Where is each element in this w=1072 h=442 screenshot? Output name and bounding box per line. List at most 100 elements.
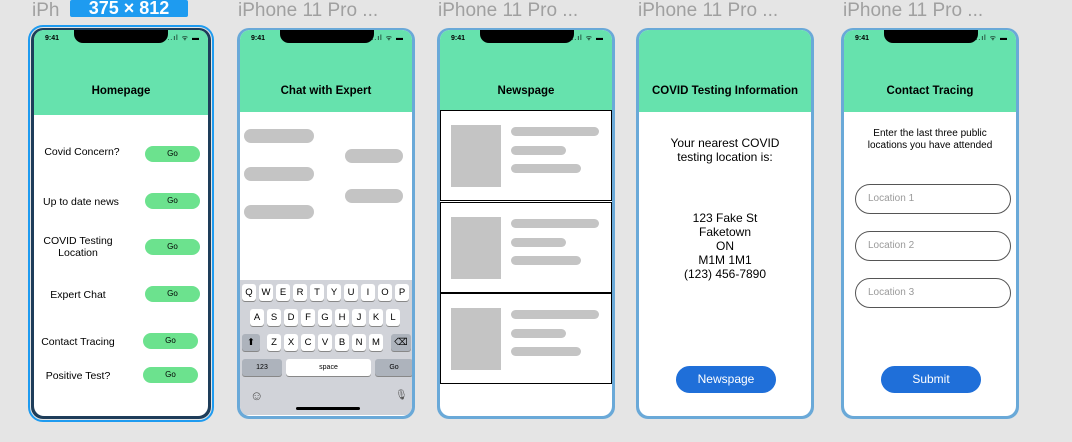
key-u[interactable]: U: [344, 284, 358, 301]
location-1-field[interactable]: Location 1: [855, 184, 1011, 214]
news-line: [511, 238, 566, 247]
home-item-label: Positive Test?: [45, 370, 111, 382]
phone-chat[interactable]: 9:41 ..ıl ᯤ ▬ Chat with Expert Q W E R T…: [237, 28, 415, 419]
news-thumbnail: [451, 125, 501, 187]
address-street: 123 Fake St: [692, 211, 758, 225]
chat-screen: 9:41 ..ıl ᯤ ▬ Chat with Expert Q W E R T…: [240, 30, 412, 416]
contact-tracing-go-button[interactable]: Go: [143, 333, 198, 349]
shift-key[interactable]: ⬆: [242, 334, 260, 351]
address-province: ON: [716, 239, 734, 253]
key-k[interactable]: K: [369, 309, 383, 326]
news-line: [511, 347, 581, 356]
address-postal-code: M1M 1M1: [698, 253, 752, 267]
frame-title-5[interactable]: iPhone 11 Pro ...: [843, 0, 983, 22]
key-e[interactable]: E: [276, 284, 290, 301]
key-o[interactable]: O: [378, 284, 392, 301]
backspace-key[interactable]: ⌫: [391, 334, 411, 351]
frame-title-3[interactable]: iPhone 11 Pro ...: [438, 0, 578, 22]
frame-title-4[interactable]: iPhone 11 Pro ...: [638, 0, 778, 22]
status-time: 9:41: [451, 35, 466, 42]
homepage-header: 9:41 ..ıl ᯤ ▬ Homepage: [34, 30, 208, 115]
page-title: Newspage: [497, 85, 555, 97]
news-screen: 9:41 ..ıl ᯤ ▬ Newspage: [440, 30, 612, 416]
key-t[interactable]: T: [310, 284, 324, 301]
location-2-field[interactable]: Location 2: [855, 231, 1011, 261]
status-time: 9:41: [45, 35, 60, 42]
key-z[interactable]: Z: [267, 334, 281, 351]
key-n[interactable]: N: [352, 334, 366, 351]
key-b[interactable]: B: [335, 334, 349, 351]
news-card[interactable]: [440, 110, 612, 201]
news-card[interactable]: [440, 202, 612, 293]
news-thumbnail: [451, 217, 501, 279]
notch: [884, 30, 978, 43]
chat-bubble-outgoing: [345, 149, 403, 163]
status-time: 9:41: [251, 35, 266, 42]
news-line: [511, 256, 581, 265]
key-j[interactable]: J: [352, 309, 366, 326]
tracing-header: 9:41 ..ıl ᯤ ▬ Contact Tracing: [844, 30, 1016, 112]
key-r[interactable]: R: [293, 284, 307, 301]
chat-header: 9:41 ..ıl ᯤ ▬ Chat with Expert: [240, 30, 412, 112]
home-item-label: Covid Concern?: [44, 146, 120, 158]
frame-title-2[interactable]: iPhone 11 Pro ...: [238, 0, 378, 22]
key-v[interactable]: V: [318, 334, 332, 351]
key-s[interactable]: S: [267, 309, 281, 326]
key-i[interactable]: I: [361, 284, 375, 301]
space-key[interactable]: space: [286, 359, 371, 376]
home-item-label: COVID Testing Location: [43, 235, 113, 259]
expert-chat-go-button[interactable]: Go: [145, 286, 200, 302]
home-indicator: [296, 407, 360, 410]
news-line: [511, 219, 599, 228]
status-icons: ..ıl ᯤ ▬: [571, 35, 604, 42]
phone-contact-tracing[interactable]: 9:41 ..ıl ᯤ ▬ Contact Tracing Enter the …: [841, 28, 1019, 419]
key-a[interactable]: A: [250, 309, 264, 326]
key-c[interactable]: C: [301, 334, 315, 351]
chat-bubble-outgoing: [345, 189, 403, 203]
homepage-screen: 9:41 ..ıl ᯤ ▬ Homepage Covid Concern? Go…: [34, 30, 208, 416]
phone-homepage[interactable]: 9:41 ..ıl ᯤ ▬ Homepage Covid Concern? Go…: [28, 25, 214, 422]
status-time: 9:41: [855, 35, 870, 42]
keyboard: Q W E R T Y U I O P A S D F G H J K L ⬆ …: [240, 280, 412, 415]
chat-bubble-incoming: [244, 205, 314, 219]
microphone-icon[interactable]: 🎙: [395, 390, 408, 401]
news-line: [511, 310, 599, 319]
phone-covid-testing[interactable]: COVID Testing Information Your nearest C…: [636, 28, 814, 419]
page-title: Homepage: [91, 85, 151, 97]
news-go-button[interactable]: Go: [145, 193, 200, 209]
key-x[interactable]: X: [284, 334, 298, 351]
dimension-badge: 375 × 812: [70, 0, 188, 17]
location-3-field[interactable]: Location 3: [855, 278, 1011, 308]
status-icons: ..ıl ᯤ ▬: [167, 35, 200, 42]
key-q[interactable]: Q: [242, 284, 256, 301]
key-h[interactable]: H: [335, 309, 349, 326]
numbers-key[interactable]: 123: [242, 359, 282, 376]
submit-button[interactable]: Submit: [881, 366, 981, 393]
go-key[interactable]: Go: [375, 359, 412, 376]
chat-bubble-incoming: [244, 167, 314, 181]
key-m[interactable]: M: [369, 334, 383, 351]
key-d[interactable]: D: [284, 309, 298, 326]
news-line: [511, 329, 566, 338]
covid-concern-go-button[interactable]: Go: [145, 146, 200, 162]
emoji-icon[interactable]: ☺: [250, 388, 263, 403]
key-l[interactable]: L: [386, 309, 400, 326]
key-g[interactable]: G: [318, 309, 332, 326]
news-thumbnail: [451, 308, 501, 370]
chat-bubble-incoming: [244, 129, 314, 143]
home-item-label: Contact Tracing: [41, 336, 115, 348]
news-card[interactable]: [440, 293, 612, 384]
address-city: Faketown: [698, 225, 752, 239]
phone-news[interactable]: 9:41 ..ıl ᯤ ▬ Newspage: [437, 28, 615, 419]
status-icons: ..ıl ᯤ ▬: [371, 35, 404, 42]
page-title: Contact Tracing: [886, 85, 974, 97]
tracing-intro-text: Enter the last three public locations yo…: [867, 128, 993, 151]
key-y[interactable]: Y: [327, 284, 341, 301]
key-p[interactable]: P: [395, 284, 409, 301]
key-f[interactable]: F: [301, 309, 315, 326]
newspage-button[interactable]: Newspage: [676, 366, 776, 393]
positive-test-go-button[interactable]: Go: [143, 367, 198, 383]
frame-title-text: iPh: [32, 0, 60, 21]
testing-location-go-button[interactable]: Go: [145, 239, 200, 255]
key-w[interactable]: W: [259, 284, 273, 301]
